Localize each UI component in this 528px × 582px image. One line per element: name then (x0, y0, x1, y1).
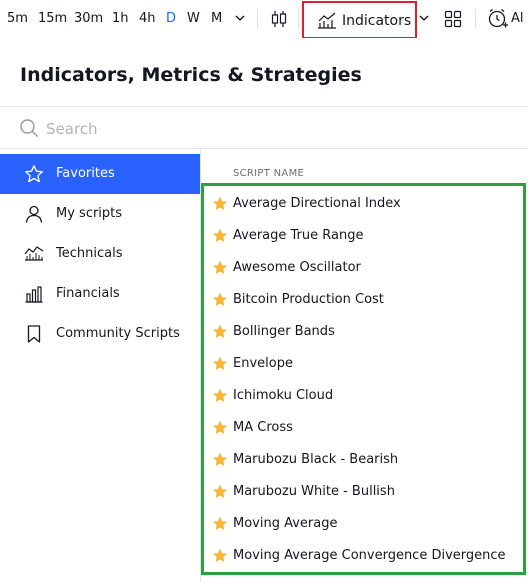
script-name-label: Marubozu Black - Bearish (233, 452, 399, 467)
indicators-label: Indicators (342, 13, 412, 29)
script-row[interactable]: Bollinger Bands (204, 316, 523, 348)
script-row[interactable]: Moving Average Convergence Divergence (204, 540, 523, 572)
interval-1h-button[interactable]: 1h (112, 10, 129, 27)
indicators-chart-icon (318, 12, 336, 29)
sidebar-item-my-scripts[interactable]: My scripts (0, 194, 200, 234)
script-name-label: Average Directional Index (233, 196, 401, 211)
script-row[interactable]: MA Cross (204, 412, 523, 444)
script-name-label: Envelope (233, 356, 293, 371)
script-row[interactable]: Bitcoin Production Cost (204, 284, 523, 316)
alert-clock-icon[interactable] (487, 8, 509, 30)
script-name-label: Bollinger Bands (233, 324, 335, 339)
star-outline-icon (25, 165, 43, 183)
sidebar-item-financials[interactable]: Financials (0, 274, 200, 314)
indicators-button[interactable]: Indicators (302, 1, 417, 39)
script-row[interactable]: Marubozu Black - Bearish (204, 444, 523, 476)
technicals-chart-icon (24, 246, 44, 261)
interval-m-button[interactable]: M (211, 10, 222, 27)
script-name-label: Moving Average Convergence Divergence (233, 548, 506, 563)
toolbar-divider (475, 9, 476, 29)
interval-5m-button[interactable]: 5m (7, 10, 28, 27)
bar-chart-icon (25, 286, 43, 303)
favorite-star-icon[interactable] (212, 484, 228, 500)
user-icon (25, 205, 43, 223)
interval-dropdown-chevron-icon[interactable] (233, 11, 247, 25)
sidebar-item-label: My scripts (56, 206, 123, 221)
sidebar-item-label: Community Scripts (56, 326, 180, 341)
script-row[interactable]: Envelope (204, 348, 523, 380)
interval-30m-button[interactable]: 30m (74, 10, 103, 27)
favorite-star-icon[interactable] (212, 260, 228, 276)
title-divider (0, 106, 528, 107)
script-name-label: Ichimoku Cloud (233, 388, 334, 403)
favorite-star-icon[interactable] (212, 452, 228, 468)
script-name-label: Bitcoin Production Cost (233, 292, 384, 307)
favorite-star-icon[interactable] (212, 388, 228, 404)
favorite-star-icon[interactable] (212, 516, 228, 532)
script-row[interactable]: Moving Average (204, 508, 523, 540)
script-name-label: Average True Range (233, 228, 364, 243)
script-row[interactable]: Marubozu White - Bullish (204, 476, 523, 508)
sidebar-item-community-scripts[interactable]: Community Scripts (0, 314, 200, 354)
script-name-label: Awesome Oscillator (233, 260, 361, 275)
search-icon (20, 119, 38, 137)
sidebar-item-label: Favorites (56, 166, 115, 181)
sidebar-item-label: Financials (56, 286, 120, 301)
favorite-star-icon[interactable] (212, 292, 228, 308)
favorite-star-icon[interactable] (212, 196, 228, 212)
alert-button-label[interactable]: Al (511, 10, 524, 27)
chart-toolbar: 5m 15m 30m 1h 4h D W M Indicators Al (0, 0, 528, 39)
sidebar-item-technicals[interactable]: Technicals (0, 234, 200, 274)
interval-d-button[interactable]: D (166, 10, 176, 27)
favorite-star-icon[interactable] (212, 324, 228, 340)
favorite-star-icon[interactable] (212, 356, 228, 372)
indicators-dropdown-chevron-icon[interactable] (417, 11, 431, 25)
interval-4h-button[interactable]: 4h (139, 10, 156, 27)
toolbar-divider (257, 9, 258, 29)
indicators-dialog: Indicators, Metrics & Strategies Favorit… (0, 38, 528, 582)
search-input[interactable] (46, 118, 506, 140)
layout-grid-icon[interactable] (444, 10, 462, 28)
favorites-script-list: Average Directional Index Average True Ra… (201, 183, 526, 575)
sidebar-item-favorites[interactable]: Favorites (0, 154, 200, 194)
script-row[interactable]: Awesome Oscillator (204, 252, 523, 284)
interval-w-button[interactable]: W (187, 10, 200, 27)
search-divider (0, 148, 528, 149)
interval-15m-button[interactable]: 15m (38, 10, 67, 27)
dialog-title: Indicators, Metrics & Strategies (20, 64, 362, 86)
bookmark-icon (27, 325, 41, 343)
favorite-star-icon[interactable] (212, 228, 228, 244)
script-row[interactable]: Ichimoku Cloud (204, 380, 523, 412)
favorite-star-icon[interactable] (212, 548, 228, 564)
script-name-column-header: SCRIPT NAME (233, 168, 305, 179)
favorite-star-icon[interactable] (212, 420, 228, 436)
script-name-label: Marubozu White - Bullish (233, 484, 395, 499)
candlestick-icon[interactable] (270, 9, 288, 29)
sidebar-item-label: Technicals (56, 246, 123, 261)
script-row[interactable]: Average Directional Index (204, 188, 523, 220)
script-name-label: Moving Average (233, 516, 338, 531)
script-row[interactable]: Average True Range (204, 220, 523, 252)
toolbar-divider (298, 9, 299, 29)
script-name-label: MA Cross (233, 420, 293, 435)
